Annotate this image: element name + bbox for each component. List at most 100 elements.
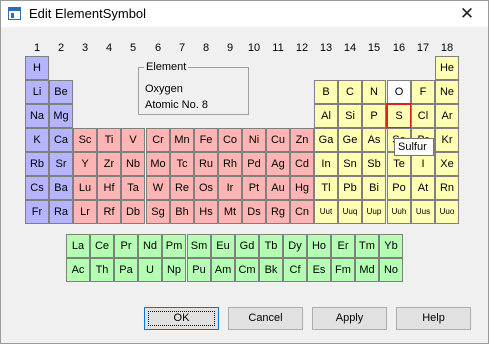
element-cell-uuh[interactable]: Uuh <box>387 200 411 224</box>
element-cell-nb[interactable]: Nb <box>121 152 145 176</box>
element-cell-uut[interactable]: Uut <box>314 200 338 224</box>
element-cell-f[interactable]: F <box>411 80 435 104</box>
element-cell-ar[interactable]: Ar <box>435 104 459 128</box>
element-cell-ho[interactable]: Ho <box>307 234 331 258</box>
element-cell-md[interactable]: Md <box>355 258 379 282</box>
element-cell-ra[interactable]: Ra <box>49 200 73 224</box>
element-cell-c[interactable]: C <box>338 80 362 104</box>
element-cell-ds[interactable]: Ds <box>242 200 266 224</box>
element-cell-cn[interactable]: Cn <box>290 200 314 224</box>
element-cell-li[interactable]: Li <box>25 80 49 104</box>
element-cell-tm[interactable]: Tm <box>355 234 379 258</box>
element-cell-cm[interactable]: Cm <box>235 258 259 282</box>
element-cell-lu[interactable]: Lu <box>73 176 97 200</box>
element-cell-yb[interactable]: Yb <box>379 234 403 258</box>
element-cell-ru[interactable]: Ru <box>194 152 218 176</box>
element-cell-pb[interactable]: Pb <box>338 176 362 200</box>
element-cell-re[interactable]: Re <box>170 176 194 200</box>
element-cell-tb[interactable]: Tb <box>259 234 283 258</box>
element-cell-sm[interactable]: Sm <box>187 234 211 258</box>
ok-button[interactable]: OK <box>144 307 219 330</box>
element-cell-la[interactable]: La <box>66 234 90 258</box>
element-cell-uuo[interactable]: Uuo <box>435 200 459 224</box>
element-cell-ne[interactable]: Ne <box>435 80 459 104</box>
element-cell-lr[interactable]: Lr <box>73 200 97 224</box>
element-cell-db[interactable]: Db <box>121 200 145 224</box>
element-cell-uuq[interactable]: Uuq <box>338 200 362 224</box>
element-cell-os[interactable]: Os <box>194 176 218 200</box>
element-cell-w[interactable]: W <box>146 176 170 200</box>
element-cell-ce[interactable]: Ce <box>90 234 114 258</box>
element-cell-pm[interactable]: Pm <box>162 234 186 258</box>
element-cell-rg[interactable]: Rg <box>266 200 290 224</box>
element-cell-mn[interactable]: Mn <box>170 128 194 152</box>
element-cell-am[interactable]: Am <box>211 258 235 282</box>
element-cell-gd[interactable]: Gd <box>235 234 259 258</box>
element-cell-cl[interactable]: Cl <box>411 104 435 128</box>
element-cell-pu[interactable]: Pu <box>187 258 211 282</box>
element-cell-cd[interactable]: Cd <box>290 152 314 176</box>
close-button[interactable]: ✕ <box>456 4 478 24</box>
element-cell-ta[interactable]: Ta <box>121 176 145 200</box>
element-cell-rn[interactable]: Rn <box>435 176 459 200</box>
element-cell-ga[interactable]: Ga <box>314 128 338 152</box>
element-cell-in[interactable]: In <box>314 152 338 176</box>
element-cell-ti[interactable]: Ti <box>97 128 121 152</box>
element-cell-pt[interactable]: Pt <box>242 176 266 200</box>
element-cell-np[interactable]: Np <box>162 258 186 282</box>
element-cell-bi[interactable]: Bi <box>362 176 386 200</box>
element-cell-sr[interactable]: Sr <box>49 152 73 176</box>
element-cell-o[interactable]: O <box>387 80 411 104</box>
element-cell-tc[interactable]: Tc <box>170 152 194 176</box>
cancel-button[interactable]: Cancel <box>228 307 303 330</box>
element-cell-as[interactable]: As <box>362 128 386 152</box>
element-cell-zn[interactable]: Zn <box>290 128 314 152</box>
element-cell-no[interactable]: No <box>379 258 403 282</box>
element-cell-si[interactable]: Si <box>338 104 362 128</box>
element-cell-mg[interactable]: Mg <box>49 104 73 128</box>
element-cell-bh[interactable]: Bh <box>170 200 194 224</box>
element-cell-ac[interactable]: Ac <box>66 258 90 282</box>
element-cell-v[interactable]: V <box>121 128 145 152</box>
element-cell-nd[interactable]: Nd <box>138 234 162 258</box>
element-cell-er[interactable]: Er <box>331 234 355 258</box>
element-cell-k[interactable]: K <box>25 128 49 152</box>
element-cell-bk[interactable]: Bk <box>259 258 283 282</box>
element-cell-fe[interactable]: Fe <box>194 128 218 152</box>
element-cell-na[interactable]: Na <box>25 104 49 128</box>
element-cell-ba[interactable]: Ba <box>49 176 73 200</box>
element-cell-rb[interactable]: Rb <box>25 152 49 176</box>
element-cell-pr[interactable]: Pr <box>114 234 138 258</box>
element-cell-zr[interactable]: Zr <box>97 152 121 176</box>
element-cell-ir[interactable]: Ir <box>218 176 242 200</box>
element-cell-mt[interactable]: Mt <box>218 200 242 224</box>
element-cell-xe[interactable]: Xe <box>435 152 459 176</box>
help-button[interactable]: Help <box>396 307 471 330</box>
element-cell-he[interactable]: He <box>435 56 459 80</box>
element-cell-fr[interactable]: Fr <box>25 200 49 224</box>
element-cell-uus[interactable]: Uus <box>411 200 435 224</box>
apply-button[interactable]: Apply <box>312 307 387 330</box>
element-cell-sg[interactable]: Sg <box>146 200 170 224</box>
element-cell-cr[interactable]: Cr <box>146 128 170 152</box>
element-cell-y[interactable]: Y <box>73 152 97 176</box>
element-cell-rf[interactable]: Rf <box>97 200 121 224</box>
element-cell-be[interactable]: Be <box>49 80 73 104</box>
element-cell-cu[interactable]: Cu <box>266 128 290 152</box>
element-cell-sb[interactable]: Sb <box>362 152 386 176</box>
element-cell-ni[interactable]: Ni <box>242 128 266 152</box>
element-cell-at[interactable]: At <box>411 176 435 200</box>
element-cell-co[interactable]: Co <box>218 128 242 152</box>
element-cell-hs[interactable]: Hs <box>194 200 218 224</box>
element-cell-cs[interactable]: Cs <box>25 176 49 200</box>
element-cell-po[interactable]: Po <box>387 176 411 200</box>
element-cell-rh[interactable]: Rh <box>218 152 242 176</box>
element-cell-p[interactable]: P <box>362 104 386 128</box>
element-cell-th[interactable]: Th <box>90 258 114 282</box>
element-cell-b[interactable]: B <box>314 80 338 104</box>
element-cell-hg[interactable]: Hg <box>290 176 314 200</box>
element-cell-s[interactable]: S <box>386 103 412 129</box>
element-cell-ge[interactable]: Ge <box>338 128 362 152</box>
element-cell-uup[interactable]: Uup <box>362 200 386 224</box>
element-cell-es[interactable]: Es <box>307 258 331 282</box>
